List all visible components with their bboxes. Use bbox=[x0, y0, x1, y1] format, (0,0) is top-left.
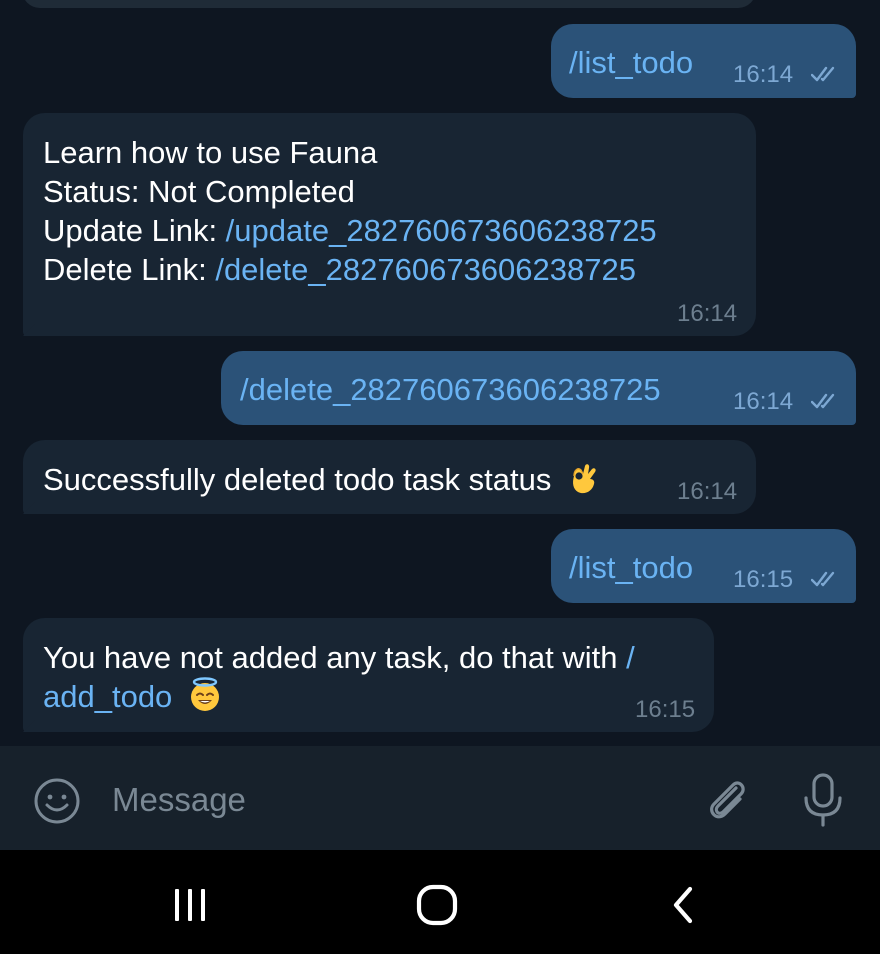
no-tasks-text: You have not added any task, do that wit… bbox=[43, 640, 627, 675]
back-icon[interactable] bbox=[668, 885, 698, 925]
message-time: 16:15 bbox=[635, 696, 696, 723]
add-todo-link[interactable]: add_todo bbox=[43, 679, 172, 714]
message-time: 16:14 bbox=[733, 61, 794, 88]
add-todo-link-part1[interactable]: / bbox=[626, 640, 635, 675]
message-outgoing-delete[interactable]: /delete_282760673606238725 16:14 bbox=[221, 351, 856, 425]
update-link[interactable]: /update_282760673606238725 bbox=[226, 213, 657, 248]
message-incoming-no-tasks[interactable]: You have not added any task, do that wit… bbox=[23, 618, 714, 732]
smiling-face-with-halo-emoji bbox=[190, 677, 219, 711]
bubble-tail bbox=[9, 710, 35, 732]
message-outgoing-list-todo[interactable]: /list_todo 16:14 bbox=[551, 24, 856, 98]
delete-link-label: Delete Link: bbox=[43, 252, 216, 287]
message-input-bar: Message bbox=[0, 746, 880, 850]
message-incoming-task-details[interactable]: Learn how to use Fauna Status: Not Compl… bbox=[23, 113, 756, 336]
paperclip-icon[interactable] bbox=[702, 774, 752, 824]
system-navigation-bar bbox=[0, 850, 880, 954]
double-check-icon bbox=[811, 393, 835, 409]
message-line-2: add_todo bbox=[43, 677, 223, 716]
bubble-tail bbox=[844, 403, 870, 425]
previous-message-bubble bbox=[22, 0, 756, 8]
message-line-1: You have not added any task, do that wit… bbox=[43, 638, 635, 677]
update-link-label: Update Link: bbox=[43, 213, 226, 248]
message-input[interactable]: Message bbox=[112, 780, 246, 820]
message-time: 16:14 bbox=[677, 300, 738, 327]
message-time: 16:14 bbox=[733, 388, 794, 415]
ok-hand-emoji bbox=[573, 464, 596, 494]
task-status: Status: Not Completed bbox=[43, 174, 355, 209]
success-text: Successfully deleted todo task status bbox=[43, 462, 552, 497]
message-text: Successfully deleted todo task status bbox=[43, 460, 600, 499]
message-outgoing-list-todo[interactable]: /list_todo 16:15 bbox=[551, 529, 856, 603]
bubble-tail bbox=[844, 581, 870, 603]
chat-area[interactable]: /list_todo 16:14 Learn how to use Fauna … bbox=[0, 0, 880, 746]
command-link[interactable]: /delete_282760673606238725 bbox=[240, 370, 661, 409]
delete-link[interactable]: /delete_282760673606238725 bbox=[215, 252, 636, 287]
message-time: 16:14 bbox=[677, 478, 738, 505]
bubble-tail bbox=[844, 76, 870, 98]
bubble-tail bbox=[9, 492, 35, 514]
task-title: Learn how to use Fauna bbox=[43, 135, 378, 170]
double-check-icon bbox=[811, 571, 835, 587]
update-link-line: Update Link: /update_282760673606238725 bbox=[43, 211, 657, 250]
double-check-icon bbox=[811, 66, 835, 82]
smiley-icon[interactable] bbox=[33, 777, 81, 825]
command-link[interactable]: /list_todo bbox=[569, 43, 693, 82]
message-time: 16:15 bbox=[733, 566, 794, 593]
delete-link-line: Delete Link: /delete_282760673606238725 bbox=[43, 250, 636, 289]
bubble-tail bbox=[9, 314, 35, 336]
microphone-icon[interactable] bbox=[800, 772, 846, 828]
home-icon[interactable] bbox=[416, 884, 458, 926]
command-link[interactable]: /list_todo bbox=[569, 548, 693, 587]
recent-apps-icon[interactable] bbox=[171, 886, 209, 924]
message-incoming-success[interactable]: Successfully deleted todo task status 16… bbox=[23, 440, 756, 514]
